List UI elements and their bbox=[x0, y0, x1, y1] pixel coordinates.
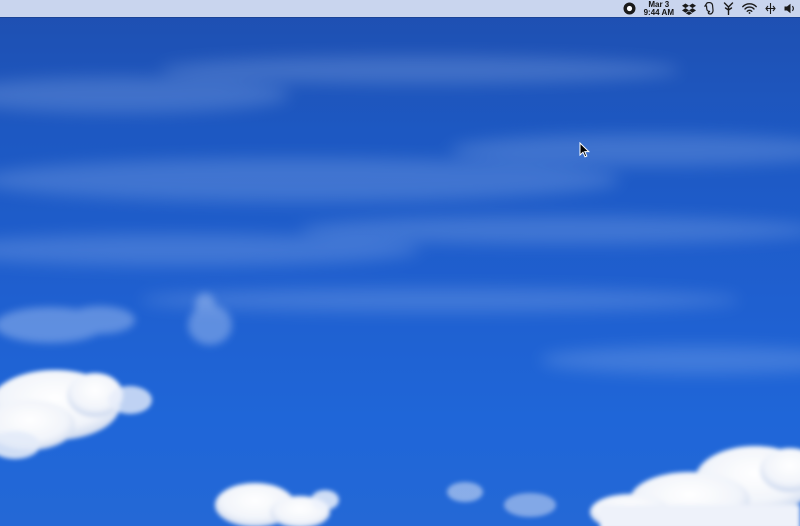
volume-icon bbox=[784, 3, 796, 14]
desktop[interactable]: Mar 3 9:44 AM bbox=[0, 0, 800, 526]
volume-status-item[interactable] bbox=[784, 0, 796, 17]
dropbox-icon bbox=[682, 3, 696, 15]
wifi-icon bbox=[742, 3, 757, 14]
mouse-pointer-icon bbox=[579, 142, 591, 158]
wifi-status-item[interactable] bbox=[742, 0, 757, 17]
evernote-status-item[interactable] bbox=[704, 0, 715, 17]
evernote-icon bbox=[704, 2, 715, 15]
clock-time: 9:44 AM bbox=[643, 7, 674, 17]
record-icon bbox=[623, 2, 636, 15]
input-source-icon bbox=[765, 2, 776, 15]
input-source-status-item[interactable] bbox=[765, 0, 776, 17]
antenna-status-item[interactable] bbox=[723, 0, 734, 17]
status-bar-items: Mar 3 9:44 AM bbox=[615, 0, 796, 17]
wallpaper bbox=[0, 56, 800, 526]
menubar-clock[interactable]: Mar 3 9:44 AM bbox=[644, 0, 674, 17]
cloud-left bbox=[0, 370, 152, 459]
record-status-item[interactable] bbox=[623, 0, 636, 17]
dropbox-status-item[interactable] bbox=[682, 0, 696, 17]
cloud-right bbox=[590, 446, 800, 526]
menu-bar: Mar 3 9:44 AM bbox=[0, 0, 800, 17]
antenna-icon bbox=[723, 2, 734, 15]
